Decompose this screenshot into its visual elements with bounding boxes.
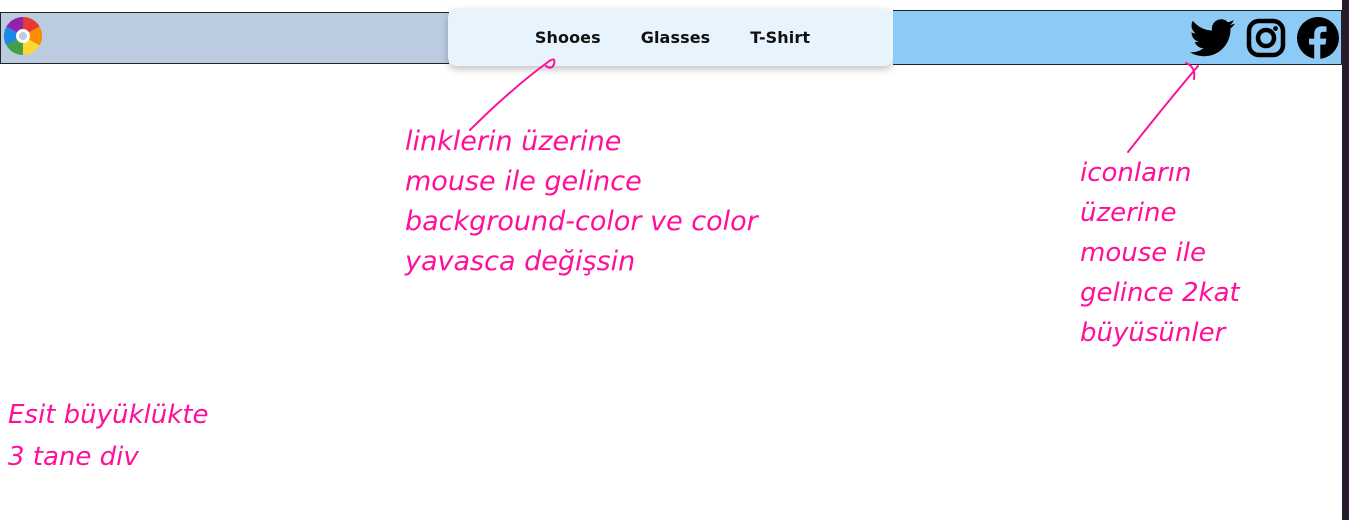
note-line: mouse ile <box>1080 238 1206 268</box>
annotation-icons-note: iconların üzerine mouse ile gelince 2kat… <box>1080 160 1240 360</box>
window-edge <box>1342 0 1349 520</box>
note-line: mouse ile gelince <box>405 166 642 197</box>
multicolor-swirl-logo-icon[interactable] <box>2 15 44 57</box>
twitter-icon[interactable] <box>1190 14 1238 62</box>
note-line: yavasca değişsin <box>405 246 636 277</box>
note-line: büyüsünler <box>1080 318 1226 348</box>
instagram-icon[interactable] <box>1246 14 1292 62</box>
annotation-links-note: linklerin üzerine mouse ile gelince back… <box>405 128 758 288</box>
note-line: background-color ve color <box>405 206 758 237</box>
nav-link-shooes[interactable]: Shooes <box>535 28 601 47</box>
nav-link-glasses[interactable]: Glasses <box>641 28 711 47</box>
main-nav: Shooes Glasses T-Shirt <box>448 9 895 66</box>
note-line: 3 tane div <box>8 442 139 472</box>
note-line: Esit büyüklükte <box>8 400 209 430</box>
annotation-divs-note: Esit büyüklükte 3 tane div <box>8 402 209 486</box>
note-line: gelince 2kat <box>1080 278 1240 308</box>
note-line: linklerin üzerine <box>405 126 622 157</box>
header-left-panel <box>0 12 449 64</box>
facebook-icon[interactable] <box>1296 14 1342 62</box>
note-line: üzerine <box>1080 198 1177 228</box>
note-line: iconların <box>1080 158 1192 188</box>
nav-link-tshirt[interactable]: T-Shirt <box>750 28 810 47</box>
